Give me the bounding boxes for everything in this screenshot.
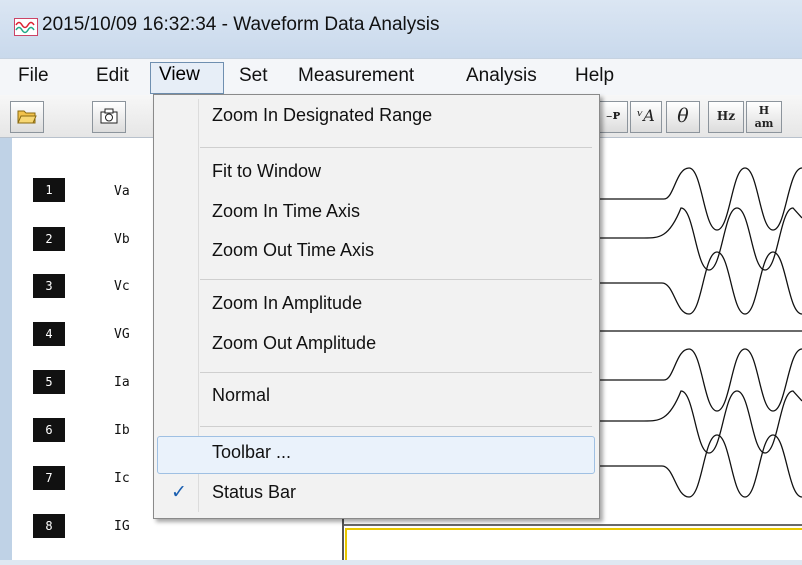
zero-peak-icon: ₋ᴘ	[605, 108, 621, 123]
menu-measurement[interactable]: Measurement	[298, 65, 414, 87]
channel-name: Ib	[114, 423, 130, 438]
title-bar: 2015/10/09 16:32:34 - Waveform Data Anal…	[0, 0, 802, 58]
menu-help[interactable]: Help	[575, 65, 614, 87]
zero-peak-button[interactable]: ₋ᴘ	[598, 101, 628, 133]
channel-badge[interactable]: 6	[33, 418, 65, 442]
harmonic-button[interactable]: Ham	[746, 101, 782, 133]
menu-item-zoom-out-time-axis[interactable]: Zoom Out Time Axis	[212, 240, 374, 261]
menu-separator	[200, 147, 592, 148]
channel-name: Vb	[114, 232, 130, 247]
window-title: 2015/10/09 16:32:34 - Waveform Data Anal…	[42, 14, 440, 35]
channel-name: Ic	[114, 471, 130, 486]
menu-item-zoom-out-amplitude[interactable]: Zoom Out Amplitude	[212, 333, 376, 354]
channel-name: Va	[114, 184, 130, 199]
menu-item-zoom-in-amplitude[interactable]: Zoom In Amplitude	[212, 293, 362, 314]
channel-name: VG	[114, 327, 130, 342]
view-dropdown-menu: Zoom In Designated Range Fit to Window Z…	[153, 94, 600, 519]
channel-badge[interactable]: 1	[33, 178, 65, 202]
menu-item-zoom-designated-range[interactable]: Zoom In Designated Range	[212, 105, 432, 126]
channel-badge[interactable]: 8	[33, 514, 65, 538]
camera-icon	[100, 108, 118, 124]
side-scroll-strip	[0, 138, 12, 560]
menu-set[interactable]: Set	[239, 65, 268, 87]
cursor-line-vertical	[345, 528, 347, 560]
menu-item-fit-to-window[interactable]: Fit to Window	[212, 161, 321, 182]
menu-item-status-bar[interactable]: Status Bar	[212, 482, 296, 503]
hz-button[interactable]: Hz	[708, 101, 744, 133]
menu-item-normal[interactable]: Normal	[212, 385, 270, 406]
channel-badge[interactable]: 5	[33, 370, 65, 394]
menu-separator	[200, 372, 592, 373]
harmonic-icon: Ham	[754, 104, 774, 130]
channel-badge[interactable]: 2	[33, 227, 65, 251]
open-folder-icon	[17, 110, 37, 124]
cursor-line-horizontal	[345, 528, 802, 530]
menu-separator	[200, 426, 592, 427]
channel-badge[interactable]: 4	[33, 322, 65, 346]
channel-name: Vc	[114, 279, 130, 294]
channel-badge[interactable]: 3	[33, 274, 65, 298]
channel-name: IG	[114, 519, 130, 534]
open-folder-button[interactable]	[10, 101, 44, 133]
channel-badge[interactable]: 7	[33, 466, 65, 490]
menu-file[interactable]: File	[18, 65, 49, 87]
hz-icon: Hz	[716, 109, 736, 123]
menu-edit[interactable]: Edit	[96, 65, 129, 87]
voltage-amplitude-icon: ᵛA	[637, 106, 655, 125]
theta-icon: θ	[677, 105, 689, 127]
va-button[interactable]: ᵛA	[630, 101, 662, 133]
menu-separator	[200, 279, 592, 280]
menu-analysis[interactable]: Analysis	[466, 65, 537, 87]
channel-name: Ia	[114, 375, 130, 390]
menu-item-zoom-in-time-axis[interactable]: Zoom In Time Axis	[212, 201, 360, 222]
menu-item-toolbar[interactable]: Toolbar ...	[212, 442, 291, 463]
waveform-app-icon	[14, 18, 38, 36]
menu-bar: File Edit Set Measurement Analysis Help	[0, 58, 802, 96]
camera-button[interactable]	[92, 101, 126, 133]
menu-view-label: View	[159, 64, 200, 85]
phase-button[interactable]: θ	[666, 101, 700, 133]
menu-view[interactable]: View	[150, 62, 224, 94]
checkmark-icon: ✓	[171, 482, 187, 503]
